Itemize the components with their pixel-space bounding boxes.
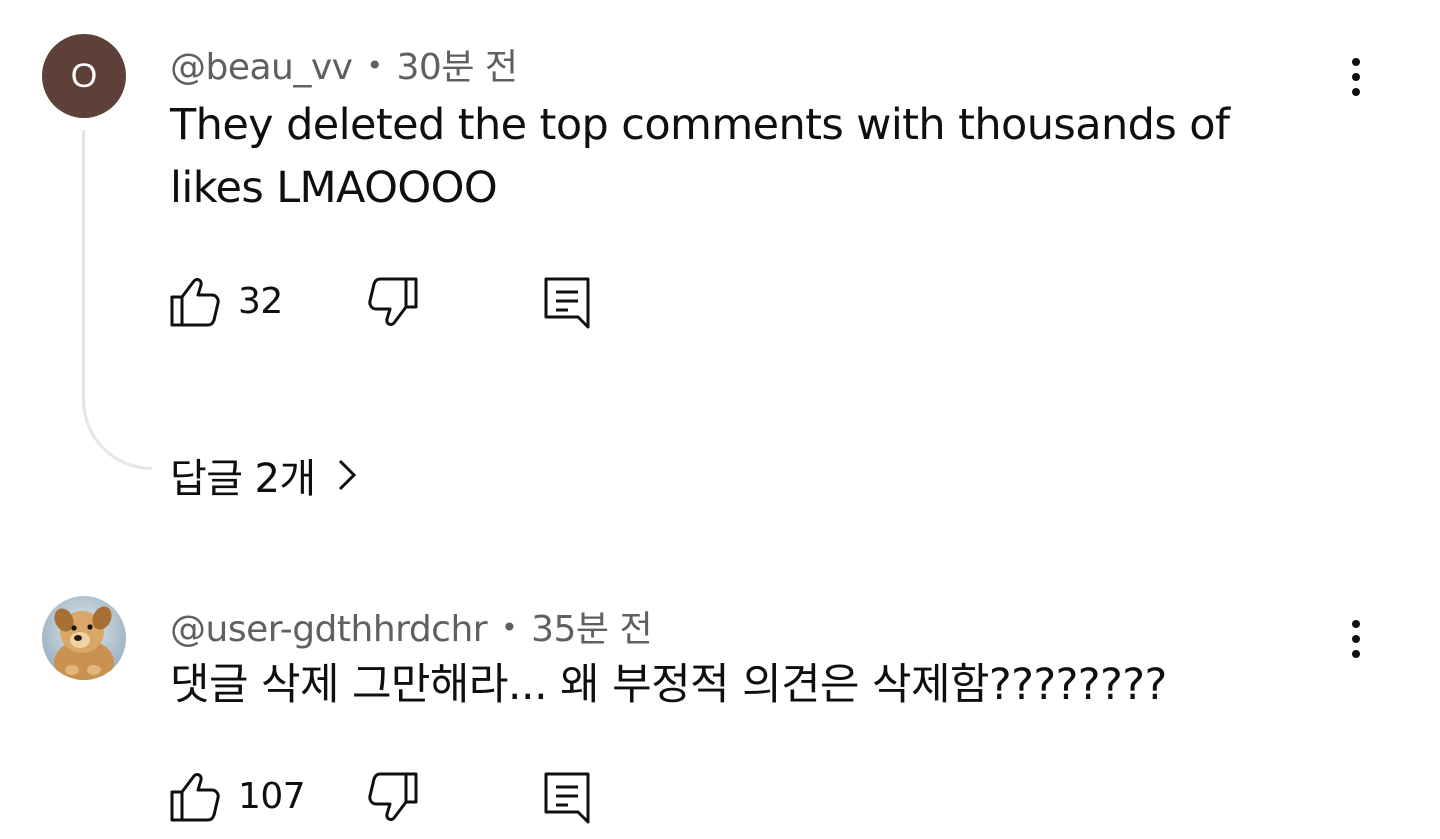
comment-time: 35분 전 [531,609,653,650]
more-options-button[interactable] [1336,614,1376,664]
thumb-down-icon [368,277,418,326]
kebab-dot [1352,88,1360,96]
comment-meta: @user-gdthhrdchr • 35분 전 [170,600,653,652]
comment-item: O @beau_vv • 30분 전 They deleted the top co… [0,0,1440,520]
kebab-dot [1352,620,1360,628]
comment-author[interactable]: @beau_vv [170,47,353,88]
dislike-button[interactable] [366,770,420,824]
like-count: 107 [238,776,306,817]
like-button[interactable] [168,770,222,824]
comment-time: 30분 전 [396,47,519,88]
thumb-up-icon [170,278,220,327]
kebab-dot [1352,635,1360,643]
avatar[interactable]: O [42,34,126,118]
kebab-dot [1352,58,1360,66]
reply-icon [544,772,590,824]
comment-text: They deleted the top comments with thous… [170,100,1230,213]
thumb-down-icon [368,772,418,821]
like-count: 32 [238,281,283,322]
meta-separator: • [366,48,384,82]
kebab-dot [1352,650,1360,658]
view-replies-button[interactable]: 답글 2개 [170,446,360,504]
comment-text: 댓글 삭제 그만해라... 왜 부정적 의견은 삭제함???????? [170,660,1167,710]
like-button[interactable] [168,275,222,329]
more-options-button[interactable] [1336,52,1376,102]
comment-author[interactable]: @user-gdthhrdchr [170,609,488,650]
comment-item: @user-gdthhrdchr • 35분 전 댓글 삭제 그만해라... 왜 부… [0,560,1440,839]
reply-icon [544,277,590,329]
dislike-button[interactable] [366,275,420,329]
replies-label: 답글 2개 [170,456,316,502]
chevron-right-icon [338,459,356,491]
comment-meta: @beau_vv • 30분 전 [170,38,518,90]
puppy-avatar-icon [42,596,126,680]
comment-actions: 32 [0,275,700,329]
comment-actions: 107 [0,770,700,824]
kebab-dot [1352,73,1360,81]
reply-button[interactable] [542,770,596,824]
meta-separator: • [501,610,518,644]
thumb-up-icon [170,773,220,822]
reply-button[interactable] [542,275,596,329]
avatar-letter: O [70,56,98,95]
avatar[interactable] [42,596,126,680]
